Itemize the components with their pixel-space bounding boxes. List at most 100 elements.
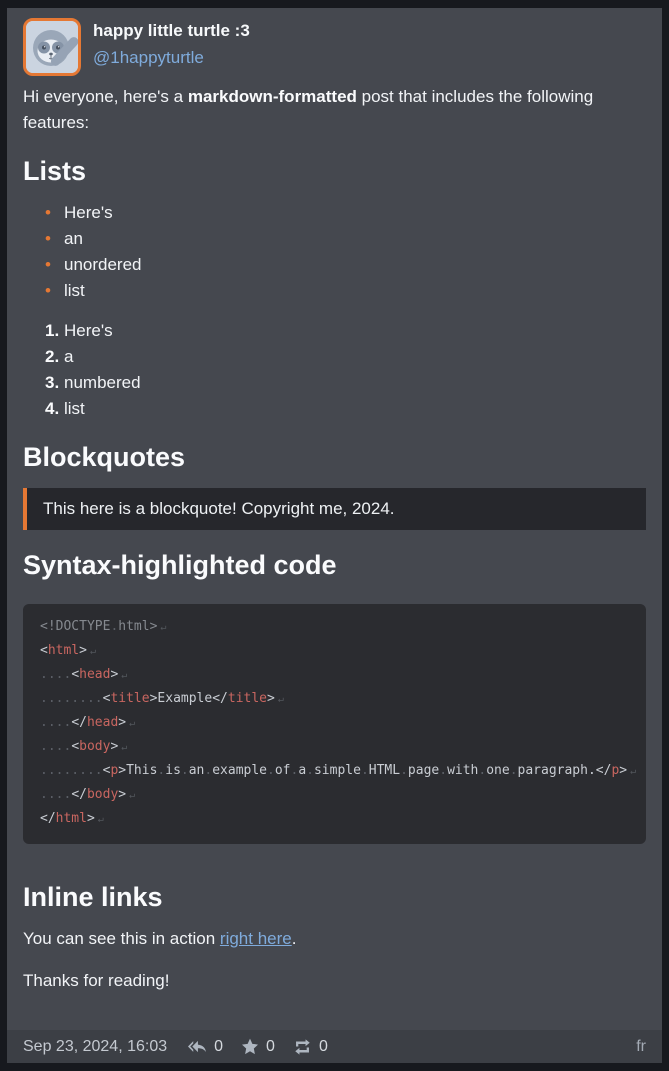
code-token: > bbox=[267, 691, 275, 706]
code-token: html bbox=[56, 811, 87, 826]
reply-count: 0 bbox=[214, 1038, 223, 1056]
avatar[interactable] bbox=[23, 18, 81, 76]
unordered-list-item: •unordered bbox=[23, 252, 646, 278]
star-icon bbox=[241, 1038, 259, 1055]
thanks-paragraph: Thanks for reading! bbox=[23, 968, 646, 994]
code-token: > bbox=[79, 643, 87, 658]
post-card: happy little turtle :3 @1happyturtle Hi … bbox=[7, 8, 662, 1063]
newline-marker-icon: ↵ bbox=[630, 766, 636, 777]
list-item-number: 2. bbox=[45, 344, 64, 370]
list-item-text: list bbox=[64, 396, 85, 422]
code-token: > bbox=[110, 667, 118, 682]
code-line: <!DOCTYPE.html>↵ bbox=[40, 615, 636, 639]
post-header: happy little turtle :3 @1happyturtle bbox=[23, 18, 646, 76]
intro-paragraph: Hi everyone, here's a markdown-formatted… bbox=[23, 84, 646, 136]
code-token: < bbox=[40, 643, 48, 658]
unordered-list-item: •list bbox=[23, 278, 646, 304]
code-token: .... bbox=[40, 739, 71, 754]
code-token: title bbox=[110, 691, 149, 706]
newline-marker-icon: ↵ bbox=[160, 622, 166, 633]
code-token: of bbox=[275, 763, 291, 778]
boost-count: 0 bbox=[319, 1038, 328, 1056]
post-body: happy little turtle :3 @1happyturtle Hi … bbox=[7, 8, 662, 1030]
boost-button[interactable]: 0 bbox=[293, 1038, 328, 1056]
code-token: > bbox=[118, 763, 126, 778]
retweet-icon bbox=[293, 1039, 312, 1055]
code-token: .... bbox=[40, 715, 71, 730]
code-block: <!DOCTYPE.html>↵<html>↵....<head>↵......… bbox=[23, 604, 646, 844]
code-token: . bbox=[439, 763, 447, 778]
list-item-text: numbered bbox=[64, 370, 141, 396]
code-token: with bbox=[447, 763, 478, 778]
code-token: . bbox=[400, 763, 408, 778]
code-line: ....</head>↵ bbox=[40, 711, 636, 735]
code-token: a bbox=[298, 763, 306, 778]
author-handle[interactable]: @1happyturtle bbox=[93, 47, 250, 69]
newline-marker-icon: ↵ bbox=[121, 670, 127, 681]
links-text-pre: You can see this in action bbox=[23, 929, 220, 948]
sloth-avatar-image bbox=[26, 21, 78, 73]
code-token: . bbox=[267, 763, 275, 778]
code-token: html bbox=[48, 643, 79, 658]
author-display-name[interactable]: happy little turtle :3 bbox=[93, 20, 250, 42]
author-block: happy little turtle :3 @1happyturtle bbox=[93, 18, 250, 69]
code-token: > bbox=[110, 739, 118, 754]
newline-marker-icon: ↵ bbox=[129, 718, 135, 729]
reply-all-icon bbox=[187, 1038, 207, 1055]
code-token: html> bbox=[118, 619, 157, 634]
code-token: an bbox=[189, 763, 205, 778]
code-token: paragraph. bbox=[518, 763, 596, 778]
list-item-text: list bbox=[64, 278, 85, 304]
newline-marker-icon: ↵ bbox=[98, 814, 104, 825]
code-token: .... bbox=[40, 667, 71, 682]
code-token: one bbox=[486, 763, 509, 778]
post-footer: Sep 23, 2024, 16:03 0 0 bbox=[7, 1030, 662, 1063]
code-token: body bbox=[87, 787, 118, 802]
unordered-list: •Here's•an•unordered•list bbox=[23, 200, 646, 304]
newline-marker-icon: ↵ bbox=[121, 742, 127, 753]
code-token: head bbox=[87, 715, 118, 730]
list-item-text: Here's bbox=[64, 200, 113, 226]
post-frame: happy little turtle :3 @1happyturtle Hi … bbox=[0, 0, 669, 1071]
bullet-icon: • bbox=[23, 278, 64, 304]
code-token: body bbox=[79, 739, 110, 754]
links-text-post: . bbox=[292, 929, 297, 948]
ordered-list-item: 4.list bbox=[23, 396, 646, 422]
ordered-list-item: 1.Here's bbox=[23, 318, 646, 344]
code-token: </ bbox=[40, 811, 56, 826]
favourite-button[interactable]: 0 bbox=[241, 1038, 275, 1056]
bullet-icon: • bbox=[23, 226, 64, 252]
lists-heading: Lists bbox=[23, 154, 646, 188]
newline-marker-icon: ↵ bbox=[278, 694, 284, 705]
code-token: </ bbox=[71, 787, 87, 802]
post-timestamp[interactable]: Sep 23, 2024, 16:03 bbox=[23, 1038, 167, 1056]
code-token: .... bbox=[40, 787, 71, 802]
code-token: < bbox=[71, 667, 79, 682]
bullet-icon: • bbox=[23, 200, 64, 226]
right-here-link[interactable]: right here bbox=[220, 929, 292, 948]
code-token: . bbox=[361, 763, 369, 778]
code-token: > bbox=[619, 763, 627, 778]
code-token: > bbox=[118, 715, 126, 730]
code-line: </html>↵ bbox=[40, 807, 636, 831]
code-token: ........ bbox=[40, 691, 103, 706]
code-line: <html>↵ bbox=[40, 639, 636, 663]
blockquote: This here is a blockquote! Copyright me,… bbox=[23, 488, 646, 530]
code-heading: Syntax-highlighted code bbox=[23, 548, 646, 582]
code-line: ........<title>Example</title>↵ bbox=[40, 687, 636, 711]
code-line: ....<body>↵ bbox=[40, 735, 636, 759]
newline-marker-icon: ↵ bbox=[129, 790, 135, 801]
code-token: Example bbox=[157, 691, 212, 706]
list-item-number: 1. bbox=[45, 318, 64, 344]
favourite-count: 0 bbox=[266, 1038, 275, 1056]
action-bar: 0 0 0 bbox=[187, 1038, 328, 1056]
code-line: ........<p>This.is.an.example.of.a.simpl… bbox=[40, 759, 636, 783]
list-item-text: an bbox=[64, 226, 83, 252]
code-token: head bbox=[79, 667, 110, 682]
code-token: is bbox=[165, 763, 181, 778]
code-token: simple bbox=[314, 763, 361, 778]
blockquote-text: This here is a blockquote! Copyright me,… bbox=[43, 499, 395, 518]
code-token: . bbox=[306, 763, 314, 778]
reply-button[interactable]: 0 bbox=[187, 1038, 223, 1056]
list-item-text: Here's bbox=[64, 318, 113, 344]
